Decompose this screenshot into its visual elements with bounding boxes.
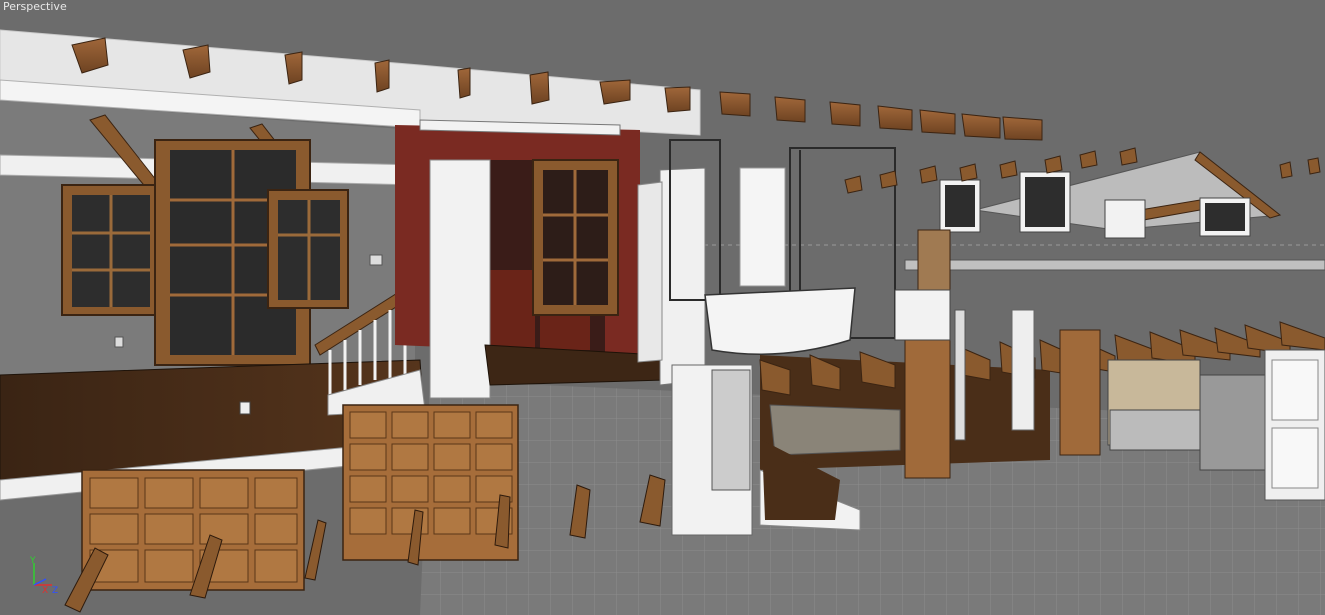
axis-z-label: Z: [52, 586, 58, 595]
axis-gizmo-icon: Y X Z: [29, 556, 58, 595]
scene-render: [0, 0, 1325, 615]
viewport-label[interactable]: Perspective: [3, 0, 67, 13]
axis-y-label: Y: [29, 556, 36, 566]
axis-x-label: X: [42, 586, 48, 595]
3d-viewport[interactable]: Perspective Y X Z: [0, 0, 1325, 615]
